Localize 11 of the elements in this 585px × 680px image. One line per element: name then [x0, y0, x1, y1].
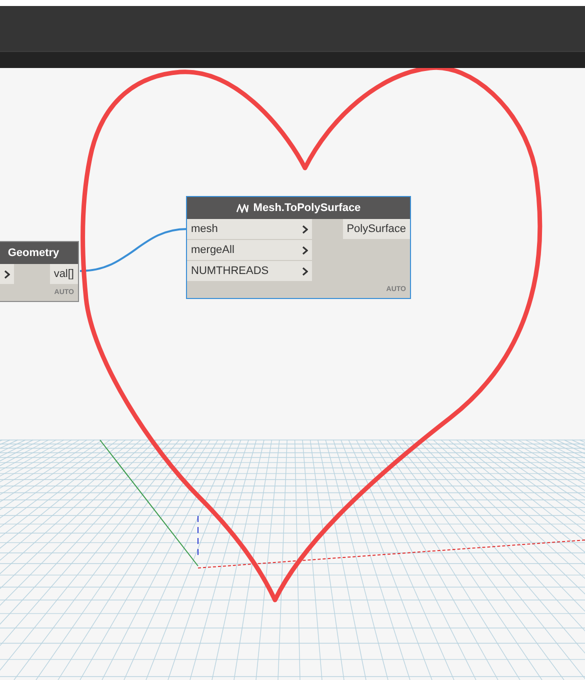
chevron-icon	[302, 224, 308, 234]
chevron-icon	[302, 266, 308, 276]
input-port[interactable]: mergeAll	[187, 240, 312, 260]
chevron-icon	[4, 270, 10, 278]
output-port[interactable]: PolySurface	[342, 219, 410, 239]
node-title: Mesh.ToPolySurface	[253, 200, 361, 216]
node-title: Geometry	[8, 246, 60, 261]
chevron-icon	[302, 246, 308, 254]
input-port[interactable]: NUMTHREADS	[187, 261, 312, 281]
output-port[interactable]: val[]	[50, 264, 78, 284]
input-port[interactable]: mesh	[187, 219, 312, 239]
